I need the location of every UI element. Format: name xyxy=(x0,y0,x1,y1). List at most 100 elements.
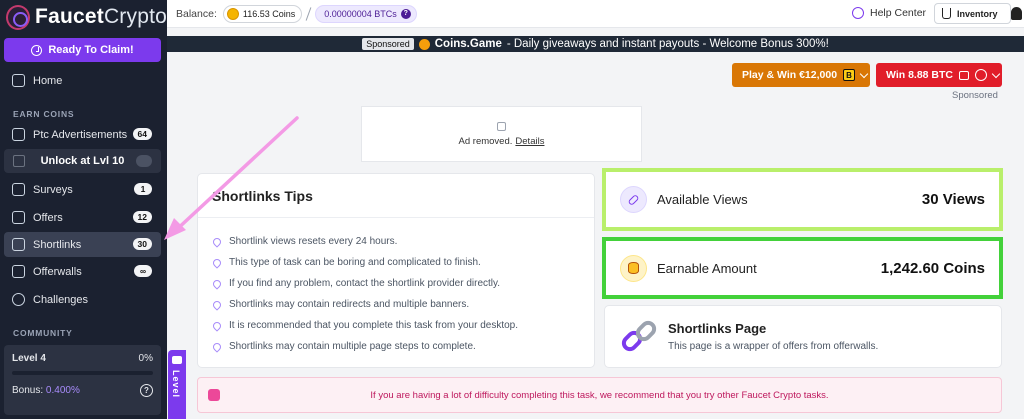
btc-balance[interactable]: 0.00000004 BTCs ? xyxy=(315,4,417,23)
shortlinks-page-subtitle: This page is a wrapper of offers from of… xyxy=(668,341,879,352)
sidebar-item-label: Offerwalls xyxy=(33,265,82,278)
help-icon[interactable]: ? xyxy=(140,384,153,397)
location-pin-icon xyxy=(211,298,223,311)
count-badge: 1 xyxy=(134,183,152,195)
help-center-label: Help Center xyxy=(870,7,927,19)
count-badge: ∞ xyxy=(134,265,152,277)
coin-icon xyxy=(226,7,239,20)
coins-stack-icon xyxy=(620,254,647,282)
link-icon xyxy=(620,186,647,213)
sidebar-item-home[interactable]: Home xyxy=(4,68,161,93)
sidebar-item-ptc-advertisements[interactable]: Ptc Advertisements 64 xyxy=(4,122,161,147)
chevron-down-icon xyxy=(991,69,1001,78)
sidebar-item-offerwalls[interactable]: Offerwalls ∞ xyxy=(4,259,161,284)
warning-text: If you are having a lot of difficulty co… xyxy=(370,389,829,401)
coinsgame-icon xyxy=(418,38,430,50)
coins-balance[interactable]: 116.53 Coins xyxy=(222,4,303,23)
count-badge: 30 xyxy=(132,238,152,250)
logo[interactable]: FaucetCrypto xyxy=(0,0,167,34)
sidebar-item-offers[interactable]: Offers 12 xyxy=(4,205,161,230)
count-badge: 64 xyxy=(132,128,152,140)
locked-item[interactable]: Unlock at Lvl 10 xyxy=(4,149,161,173)
message-icon xyxy=(208,389,220,401)
count-badge: 12 xyxy=(132,211,152,223)
flask-icon xyxy=(942,8,951,19)
level-label: Level 4 xyxy=(12,353,46,364)
bell-icon[interactable] xyxy=(1011,7,1022,20)
available-views-card: Available Views 30 Views xyxy=(602,168,1003,231)
tip-item: Shortlink views resets every 24 hours. xyxy=(211,235,397,248)
sidebar-item-shortlinks[interactable]: Shortlinks 30 xyxy=(4,232,161,257)
banner-text: - Daily giveaways and instant payouts - … xyxy=(506,38,829,50)
level-progress-bar xyxy=(12,371,153,375)
brand-name: FaucetCrypto xyxy=(35,5,167,28)
question-icon[interactable]: ? xyxy=(400,8,411,19)
available-views-value: 30 Views xyxy=(921,191,985,208)
tip-item: It is recommended that you complete this… xyxy=(211,319,518,332)
locked-feature-icon xyxy=(13,155,25,167)
location-pin-icon xyxy=(211,277,223,290)
earn-coins-section-label: EARN COINS xyxy=(13,109,75,119)
clock-icon xyxy=(31,44,43,56)
sidebar: FaucetCrypto Ready To Claim! Home EARN C… xyxy=(0,0,167,419)
banner-brand: Coins.Game xyxy=(434,38,502,50)
sponsored-label: Sponsored xyxy=(952,90,998,101)
tip-item: Shortlinks may contain multiple page ste… xyxy=(211,340,476,353)
earnable-amount-value: 1,242.60 Coins xyxy=(880,259,985,277)
btc-value: 0.00000004 BTCs xyxy=(324,8,397,19)
tips-title: Shortlinks Tips xyxy=(198,174,594,218)
tag-icon xyxy=(975,69,987,81)
tip-item: Shortlinks may contain redirects and mul… xyxy=(211,298,469,311)
win-btc-label: Win 8.88 BTC xyxy=(886,69,953,81)
location-pin-icon xyxy=(211,256,223,269)
level-side-tab[interactable]: Level xyxy=(168,350,186,419)
sidebar-item-label: Home xyxy=(33,74,63,87)
balance-label: Balance: xyxy=(176,7,217,20)
inventory-button[interactable]: Inventory xyxy=(934,3,1011,24)
sidebar-item-label: Ptc Advertisements xyxy=(33,128,128,141)
chat-icon xyxy=(172,356,182,364)
ptc-icon xyxy=(12,128,25,141)
location-pin-icon xyxy=(211,340,223,353)
shortlinks-page-card: Shortlinks Page This page is a wrapper o… xyxy=(604,305,1002,368)
top-bar: Balance: 116.53 Coins 0.00000004 BTCs ? … xyxy=(167,0,1024,28)
sidebar-item-label: Shortlinks xyxy=(33,238,82,251)
chevron-down-icon xyxy=(859,69,869,78)
sidebar-item-label: Challenges xyxy=(33,293,89,306)
level-progress-text: 0% xyxy=(138,353,153,364)
difficulty-warning: If you are having a lot of difficulty co… xyxy=(197,377,1002,413)
ready-to-claim-label: Ready To Claim! xyxy=(48,44,134,56)
bitcasino-icon: B xyxy=(843,69,856,81)
earnable-amount-card: Earnable Amount 1,242.60 Coins xyxy=(602,237,1003,299)
shortlinks-page-title: Shortlinks Page xyxy=(668,321,767,336)
available-views-label: Available Views xyxy=(657,192,748,207)
divider xyxy=(305,6,312,21)
sidebar-item-label: Offers xyxy=(33,211,63,224)
link-icon xyxy=(12,238,25,251)
ad-placeholder: Ad removed. Details xyxy=(361,106,642,162)
coins-value: 116.53 Coins xyxy=(242,8,296,19)
location-pin-icon xyxy=(211,319,223,332)
casino-icon xyxy=(959,70,969,80)
tip-item: This type of task can be boring and comp… xyxy=(211,256,481,269)
home-icon xyxy=(12,74,25,87)
offers-icon xyxy=(12,211,25,224)
level-tab-label: Level xyxy=(171,370,181,399)
location-pin-icon xyxy=(211,235,223,248)
locked-label: Unlock at Lvl 10 xyxy=(40,155,125,167)
globe-icon xyxy=(852,7,864,19)
ad-details-link[interactable]: Details xyxy=(515,136,544,147)
earnable-amount-label: Earnable Amount xyxy=(657,260,757,276)
play-and-win-button[interactable]: Play & Win €12,000 B xyxy=(732,63,870,87)
win-btc-button[interactable]: Win 8.88 BTC xyxy=(876,63,1002,87)
sidebar-item-challenges[interactable]: Challenges xyxy=(4,287,161,312)
tip-item: If you find any problem, contact the sho… xyxy=(211,277,500,290)
inventory-label: Inventory xyxy=(957,8,998,19)
sidebar-item-surveys[interactable]: Surveys 1 xyxy=(4,177,161,202)
chain-link-icon xyxy=(621,320,657,352)
community-section-label: COMMUNITY xyxy=(13,328,73,338)
ready-to-claim-button[interactable]: Ready To Claim! xyxy=(4,38,161,62)
faucetcrypto-logo-icon xyxy=(6,4,31,30)
help-center-link[interactable]: Help Center xyxy=(852,7,926,19)
sponsored-banner[interactable]: Sponsored Coins.Game - Daily giveaways a… xyxy=(167,36,1024,52)
